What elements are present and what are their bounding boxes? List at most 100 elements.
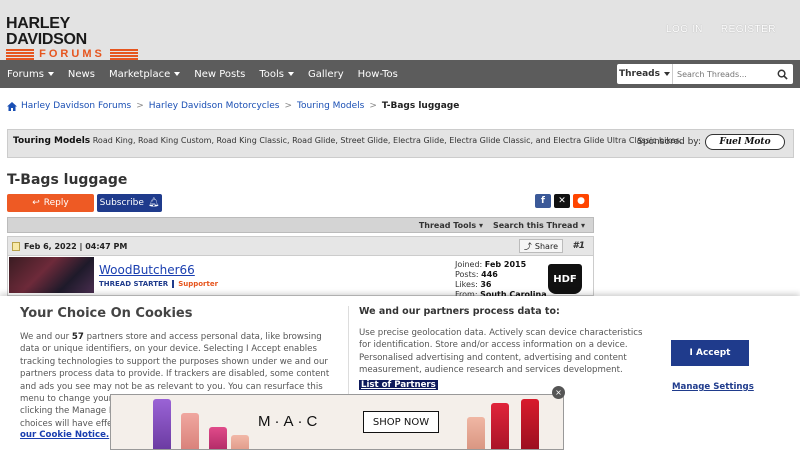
hdf-badge: HDF (548, 264, 582, 294)
site-logo[interactable]: HARLEY DAVIDSON FORUMS (6, 16, 138, 60)
search-box: Threads (617, 64, 793, 84)
shop-now-button[interactable]: SHOP NOW (363, 411, 439, 433)
nav-how-tos[interactable]: How-Tos (358, 69, 398, 80)
cookie-text-start: We and our (20, 332, 70, 342)
nav-label: Forums (7, 68, 44, 80)
search-input[interactable] (673, 64, 773, 84)
subscribe-button[interactable]: Subscribe 🔔︎ (97, 194, 162, 212)
breadcrumb-separator: > (136, 101, 144, 111)
sponsor-label: Sponsored by: (637, 137, 701, 147)
joined-label: Joined: (455, 260, 483, 269)
chevron-down-icon (174, 72, 181, 76)
nav-gallery[interactable]: Gallery (308, 69, 344, 80)
list-of-partners-link[interactable]: List of Partners (359, 379, 438, 390)
reply-button[interactable]: ↩ Reply (7, 194, 94, 212)
search-scope-label: Threads (619, 69, 660, 79)
auth-links: LOG IN REGISTER (666, 24, 776, 35)
likes-row: Likes: 36 (455, 280, 547, 290)
avatar[interactable] (9, 257, 94, 293)
joined-value: Feb 2015 (484, 260, 527, 269)
logo-stripes: FORUMS (6, 48, 138, 60)
manage-settings-link[interactable]: Manage Settings (672, 382, 754, 392)
lipstick-image (467, 417, 485, 449)
search-scope-select[interactable]: Threads (617, 64, 673, 84)
posts-value: 446 (481, 270, 498, 279)
reply-icon: ↩ (32, 198, 40, 208)
breadcrumb-current: T-Bags luggage (381, 101, 460, 111)
breadcrumb: Harley Davidson Forums > Harley Davidson… (7, 101, 459, 111)
thread-starter-label: THREAD STARTER (99, 280, 169, 288)
thread-tools-label: Thread Tools (418, 220, 477, 230)
ad-brand: M·A·C (258, 413, 322, 430)
share-label: Share (534, 241, 558, 251)
facebook-icon[interactable]: f (535, 194, 551, 208)
nav-label: News (67, 68, 95, 80)
lipstick-image (153, 399, 171, 449)
joined-row: Joined: Feb 2015 (455, 260, 547, 270)
user-status: THREAD STARTER Supporter (99, 280, 219, 288)
nav-label: How-Tos (357, 68, 398, 80)
sponsor-logo[interactable]: Fuel Moto (705, 134, 785, 150)
chevron-down-icon: ▾ (478, 220, 483, 230)
close-icon[interactable]: × (552, 386, 565, 399)
forum-description: Touring Models Road King, Road King Cust… (7, 129, 794, 158)
thread-tools-menu[interactable]: Thread Tools ▾ (419, 221, 483, 230)
bell-icon: 🔔︎ (147, 198, 160, 208)
breadcrumb-separator: > (369, 101, 377, 111)
nav-forums[interactable]: Forums (7, 69, 54, 80)
nav-label: Gallery (308, 68, 344, 80)
login-link[interactable]: LOG IN (666, 24, 703, 35)
accept-button[interactable]: I Accept (671, 340, 749, 366)
share-icon: ⤴ (523, 241, 532, 251)
nav-new-posts[interactable]: New Posts (194, 69, 245, 80)
x-icon[interactable]: ✕ (554, 194, 570, 208)
partner-count: 57 (71, 332, 84, 342)
breadcrumb-separator: > (284, 101, 292, 111)
breadcrumb-motorcycles[interactable]: Harley Davidson Motorcycles (149, 101, 280, 111)
advertisement-banner[interactable]: M·A·C SHOP NOW (110, 394, 564, 450)
post-date: Feb 6, 2022 | 04:47 PM (24, 241, 128, 251)
lipstick-image (209, 427, 227, 449)
site-header: HARLEY DAVIDSON FORUMS LOG IN REGISTER (0, 0, 800, 60)
post-number[interactable]: #1 (572, 241, 585, 251)
logo-text: HARLEY DAVIDSON (6, 15, 87, 48)
likes-label: Likes: (455, 280, 478, 289)
likes-value: 36 (480, 280, 492, 289)
supporter-label: Supporter (172, 280, 219, 288)
lipstick-image (521, 399, 539, 449)
nav-news[interactable]: News (68, 69, 95, 80)
register-link[interactable]: REGISTER (721, 24, 776, 35)
posts-row: Posts: 446 (455, 270, 547, 280)
nav-label: Marketplace (108, 68, 171, 80)
nav-label: New Posts (194, 68, 246, 80)
lipstick-image (491, 403, 509, 449)
chevron-down-icon (47, 72, 54, 76)
main-nav: Forums News Marketplace New Posts Tools … (0, 60, 800, 88)
username-link[interactable]: WoodButcher66 (99, 263, 195, 277)
post-body: WoodButcher66 THREAD STARTER Supporter Jo… (7, 256, 594, 299)
forum-name: Touring Models (13, 136, 91, 146)
post-share-button[interactable]: ⤴ Share (518, 239, 563, 253)
purposes-text: Use precise geolocation data. Actively s… (359, 328, 643, 376)
thread-title: T-Bags luggage (7, 172, 128, 188)
chevron-down-icon (288, 72, 294, 76)
breadcrumb-touring[interactable]: Touring Models (297, 101, 364, 111)
forum-text: Road King, Road King Custom, Road King C… (92, 136, 683, 145)
reply-label: Reply (43, 198, 69, 208)
nav-tools[interactable]: Tools (259, 69, 294, 80)
home-icon[interactable] (7, 101, 17, 111)
thread-toolbar: Thread Tools ▾ Search this Thread ▾ (7, 217, 594, 233)
logo-subtext: FORUMS (34, 48, 110, 60)
chevron-down-icon: ▾ (580, 220, 585, 230)
post-header: Feb 6, 2022 | 04:47 PM ⤴ Share #1 (7, 236, 594, 256)
posts-label: Posts: (455, 270, 479, 279)
user-meta: Joined: Feb 2015 Posts: 446 Likes: 36 Fr… (455, 260, 547, 300)
search-icon[interactable] (773, 64, 791, 84)
breadcrumb-home[interactable]: Harley Davidson Forums (21, 101, 131, 111)
nav-marketplace[interactable]: Marketplace (108, 68, 181, 80)
search-thread-menu[interactable]: Search this Thread ▾ (493, 221, 585, 230)
sponsor: Sponsored by: Fuel Moto (637, 134, 785, 150)
subscribe-label: Subscribe (99, 198, 144, 208)
search-thread-label: Search this Thread (492, 220, 579, 230)
reddit-icon[interactable]: ● (573, 194, 589, 208)
